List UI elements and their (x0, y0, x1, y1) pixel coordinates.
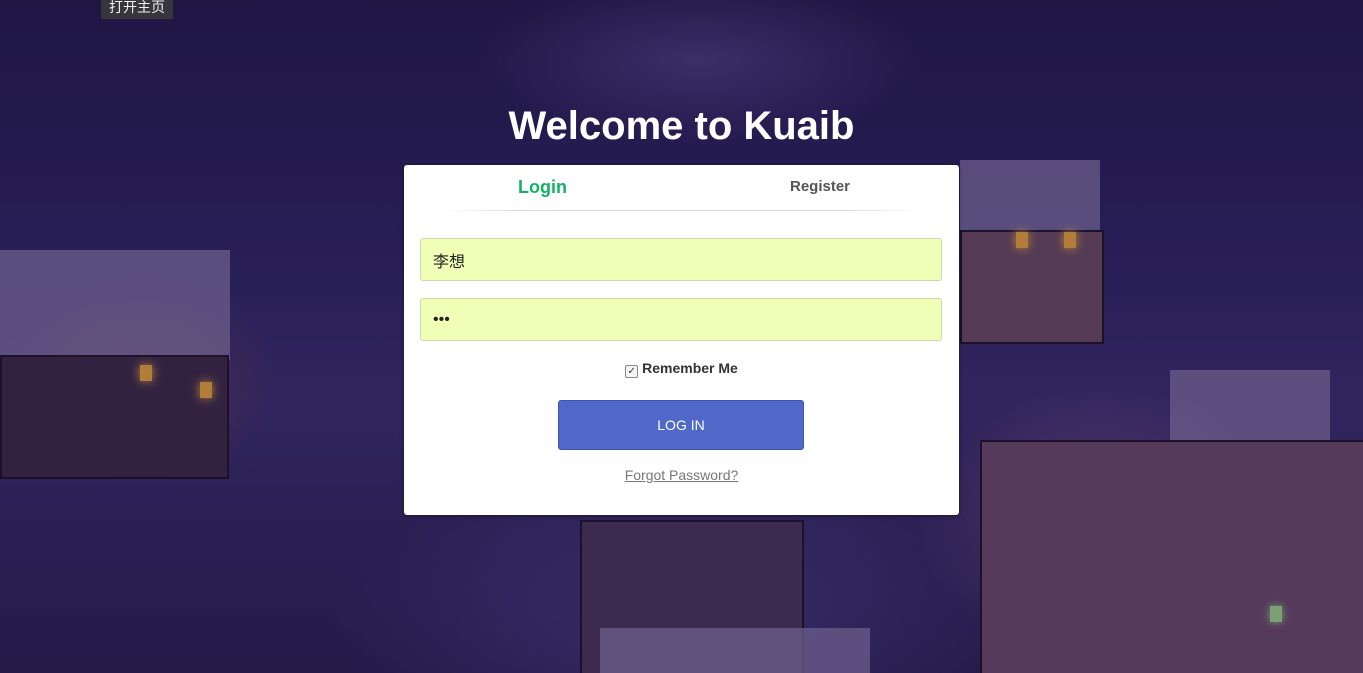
password-input[interactable] (420, 298, 942, 341)
forgot-password-row: Forgot Password? (404, 467, 959, 483)
username-input[interactable] (420, 238, 942, 281)
auth-panel: Login Register ✓Remember Me LOG IN Forgo… (404, 165, 959, 515)
forgot-password-link[interactable]: Forgot Password? (625, 467, 739, 483)
login-button[interactable]: LOG IN (558, 400, 804, 450)
tab-login[interactable]: Login (404, 165, 681, 210)
tabs-divider (444, 210, 919, 211)
page-title: Welcome to Kuaib (508, 104, 855, 148)
remember-me-label: Remember Me (642, 360, 738, 376)
remember-me-checkbox[interactable]: ✓ (625, 365, 639, 378)
tab-register[interactable]: Register (681, 165, 959, 210)
open-homepage-link[interactable]: 打开主页 (101, 0, 173, 19)
auth-tabs: Login Register (404, 165, 959, 212)
remember-me-row: ✓ Remember Me (404, 360, 959, 378)
